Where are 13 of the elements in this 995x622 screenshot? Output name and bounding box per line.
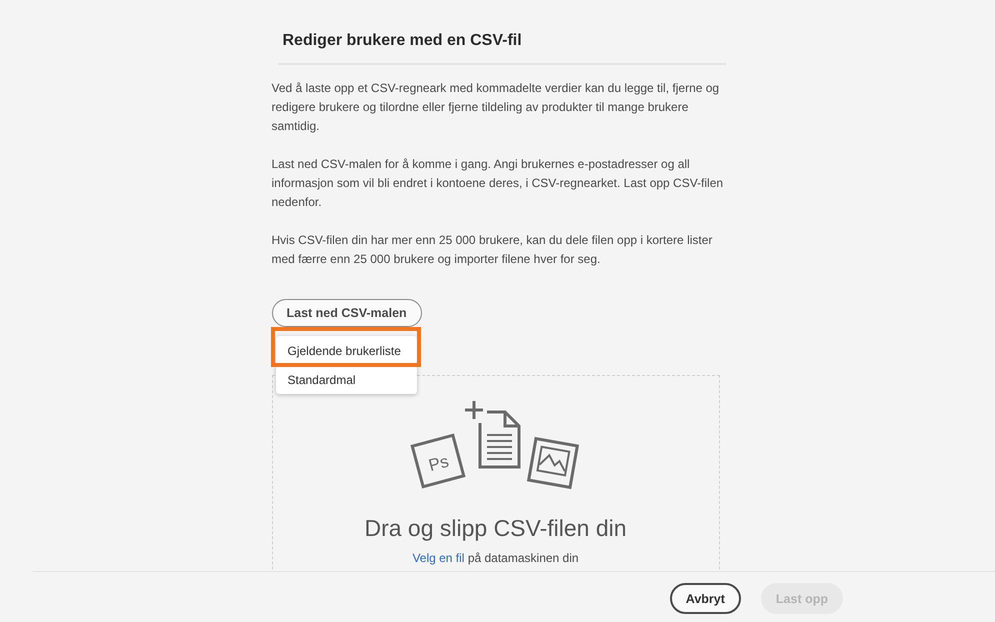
menu-item[interactable]: Gjeldende brukerliste [276, 336, 416, 365]
instruction-paragraph: Hvis CSV-filen din har mer enn 25 000 brukere, kan du dele filen opp i kortere lister med færre enn 25 000 brukere og importer filene hver for seg. [272, 232, 714, 268]
ps-file-icon: Ps [410, 433, 466, 489]
choose-file-link[interactable]: Velg en fil [412, 551, 464, 565]
instruction-paragraph: Last ned CSV-malen for å komme i gang. Angi brukernes e-postadresser og all informasjon som vil bli endret i kontoene deres, i CSV-regnearket. Last opp CSV-filen nedenfor. [272, 156, 724, 211]
download-template-button[interactable]: Last ned CSV-malen [272, 299, 422, 327]
drop-zone-heading: Dra og slipp CSV-filen din [364, 514, 627, 542]
dialog-title: Rediger brukere med en CSV-fil [282, 31, 523, 51]
instruction-paragraph: Ved å laste opp et CSV-regneark med kommadelte verdier kan du legge til, fjerne og redigere brukere og tilordne eller fjerne tildeling av produkter til mange brukere samtidig. [272, 80, 720, 135]
file-picker-hint: Velg en fil på datamaskinen din [412, 551, 579, 566]
cancel-button[interactable]: Avbryt [670, 583, 741, 614]
image-file-icon [526, 436, 579, 490]
add-document-icon [463, 400, 520, 468]
